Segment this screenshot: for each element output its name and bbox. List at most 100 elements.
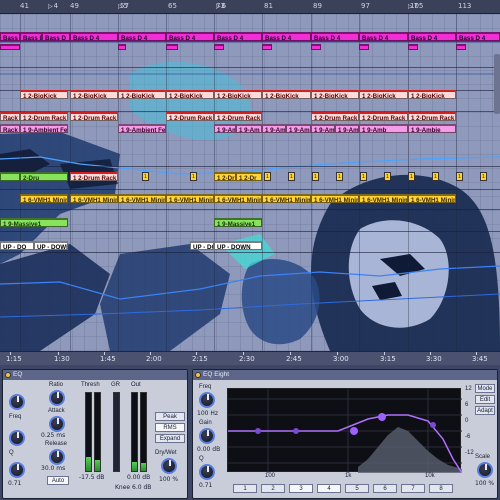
clip-bass-alt[interactable] xyxy=(456,44,466,50)
rms-button[interactable]: RMS xyxy=(155,423,185,432)
clip-ambient[interactable]: 1 9-Am xyxy=(214,124,236,133)
time-ruler[interactable]: 1:15 1:30 1:45 2:00 2:15 2:30 2:45 3:00 … xyxy=(0,351,500,365)
band-button-7[interactable]: 7 xyxy=(401,484,425,493)
peak-button[interactable]: Peak xyxy=(155,412,185,421)
clip-updown[interactable]: UP - DOWN xyxy=(34,241,68,250)
band-button-1[interactable]: 1 xyxy=(233,484,257,493)
clip-drum-rack[interactable]: 1 2-Drum Rack xyxy=(20,112,68,121)
clip-drum-green[interactable]: 1 2-Dr xyxy=(214,172,236,181)
clip-massive[interactable]: 1 9-Massive1 xyxy=(214,218,262,227)
clip-drum-rack[interactable]: 1 2-Drum Rack xyxy=(166,112,214,121)
eq-mode-button[interactable]: Mode xyxy=(475,384,495,393)
locator-marker[interactable]: 4 xyxy=(48,2,58,10)
clip-vmh[interactable]: 1 6-VMH1 Minim xyxy=(20,194,68,203)
clip-ambient[interactable]: 1 9-Amb xyxy=(311,124,335,133)
clip-vmh[interactable]: 1 6-VMH1 Minim xyxy=(214,194,262,203)
clip-kick[interactable]: 1 2-BigKick xyxy=(408,90,456,99)
clip-bass[interactable]: Bass D 4 xyxy=(214,32,262,41)
clip-marker[interactable]: 1 xyxy=(432,172,439,181)
power-icon[interactable] xyxy=(5,372,11,378)
clip-bass[interactable]: Bass D xyxy=(0,32,20,41)
clip-ambient[interactable]: 1 9-Ambient Fe xyxy=(20,124,68,133)
clip-vmh[interactable]: 1 6-VMH1 Minim xyxy=(70,194,118,203)
compressor-title-bar[interactable]: EQ xyxy=(3,370,187,380)
clip-ambient[interactable]: 1 9-Ambient Fe xyxy=(118,124,166,133)
clip-kick[interactable]: 1 2-BigKick xyxy=(262,90,311,99)
clip-marker[interactable]: 1 xyxy=(480,172,487,181)
clip-ambient[interactable]: 1 9-Amb xyxy=(335,124,359,133)
clip-bass-alt[interactable] xyxy=(359,44,369,50)
clip-updown[interactable]: UP - DO xyxy=(190,241,214,250)
clip-drum-rack[interactable]: 1 2-Drum Rack xyxy=(408,112,456,121)
clip-marker[interactable]: 1 xyxy=(360,172,367,181)
release-knob[interactable] xyxy=(49,449,65,465)
clip-kick[interactable]: 1 2-BigKick xyxy=(359,90,408,99)
expand-button[interactable]: Expand xyxy=(155,434,185,443)
clip-bass[interactable]: Bass D 4 xyxy=(70,32,118,41)
clip-drum-green[interactable] xyxy=(0,172,20,181)
clip-drum-rack[interactable]: Rack xyxy=(0,112,20,121)
clip-kick[interactable]: 1 2-BigKick xyxy=(311,90,359,99)
clip-ambient[interactable]: 1 9-Am xyxy=(286,124,311,133)
clip-vmh[interactable]: 1 6-VMH1 Minim xyxy=(311,194,359,203)
clip-kick[interactable]: 1 2-BigKick xyxy=(166,90,214,99)
clip-drum-rack[interactable]: 1 2-Drum Rack xyxy=(70,112,118,121)
power-icon[interactable] xyxy=(195,372,201,378)
clip-bass[interactable]: Bass D 4 xyxy=(262,32,311,41)
clip-updown[interactable]: UP - DO xyxy=(0,241,34,250)
clip-bass-alt[interactable] xyxy=(408,44,418,50)
clip-marker[interactable]: 1 xyxy=(336,172,343,181)
gain-knob[interactable] xyxy=(9,430,25,446)
clip-kick[interactable]: 1 2-BigKick xyxy=(214,90,262,99)
clip-marker[interactable]: 1 xyxy=(312,172,319,181)
clip-marker[interactable]: 1 xyxy=(142,172,149,181)
clip-marker[interactable]: 1 xyxy=(408,172,415,181)
eq-freq-knob[interactable] xyxy=(199,392,215,408)
clip-bass-alt[interactable] xyxy=(214,44,224,50)
clip-marker[interactable]: 1 xyxy=(264,172,271,181)
clip-drum-rack[interactable]: 1 2-Drum Rack xyxy=(311,112,359,121)
band-button-4[interactable]: 4 xyxy=(317,484,341,493)
clip-vmh[interactable]: 1 6-VMH1 Minim xyxy=(262,194,311,203)
beat-ruler[interactable]: 41 4 49 5 57 65 6 73 81 89 97 7 105 113 xyxy=(0,0,500,14)
q-knob[interactable] xyxy=(9,462,25,478)
clip-drum-rack[interactable]: 1 2-Drum Rack xyxy=(359,112,408,121)
auto-release-button[interactable]: Auto xyxy=(47,476,69,485)
clip-vmh[interactable]: 1 6-VMH1 Minim xyxy=(118,194,166,203)
clip-kick[interactable]: 1 2-BigKick xyxy=(70,90,118,99)
clip-bass[interactable]: Bass D 4 xyxy=(359,32,408,41)
eq-gain-knob[interactable] xyxy=(199,428,215,444)
eq-q-knob[interactable] xyxy=(199,464,215,480)
clip-bass-alt[interactable] xyxy=(166,44,178,50)
clip-vmh[interactable]: 1 6-VMH1 Minim xyxy=(359,194,408,203)
clip-ambient[interactable]: Rack xyxy=(0,124,20,133)
clip-ambient[interactable]: 1 9-Amb xyxy=(359,124,408,133)
clip-bass-alt[interactable] xyxy=(118,44,126,50)
vertical-scrollbar[interactable] xyxy=(494,54,500,114)
clip-vmh[interactable]: 1 6-VMH1 Minim xyxy=(166,194,214,203)
clip-bass-alt[interactable] xyxy=(262,44,272,50)
clip-marker[interactable]: 1 xyxy=(456,172,463,181)
clip-bass[interactable]: Bass D 4 xyxy=(118,32,166,41)
clip-drum-green[interactable]: 1 2-Drum Rack xyxy=(70,172,118,181)
clip-ambient[interactable]: 1 9-Am xyxy=(262,124,286,133)
eq-adapt-button[interactable]: Adapt xyxy=(475,406,495,415)
eq-curve-display[interactable] xyxy=(227,388,463,474)
band-button-2[interactable]: 2 xyxy=(261,484,285,493)
clip-bass-alt[interactable] xyxy=(0,44,20,50)
arrangement-view[interactable]: Bass D Bass D Bass D Bass D 4 Bass D 4 B… xyxy=(0,14,500,351)
clip-updown[interactable]: UP - DOWN xyxy=(214,241,262,250)
clip-bass[interactable]: Bass D xyxy=(42,32,70,41)
clip-bass[interactable]: Bass D 4 xyxy=(311,32,359,41)
clip-kick[interactable]: 1 2-BigKick xyxy=(118,90,166,99)
band-button-8[interactable]: 8 xyxy=(429,484,453,493)
clip-bass[interactable]: Bass D 4 xyxy=(408,32,456,41)
eq-eight-title-bar[interactable]: EQ Eight xyxy=(193,370,497,380)
ratio-knob[interactable] xyxy=(49,390,65,406)
clip-ambient[interactable]: 1 9-Am xyxy=(236,124,262,133)
clip-drum-green[interactable]: 1 2-Dr xyxy=(236,172,262,181)
clip-bass[interactable]: Bass D 4 xyxy=(166,32,214,41)
clip-bass[interactable]: Bass D xyxy=(20,32,42,41)
dry-wet-knob[interactable] xyxy=(161,458,177,474)
clip-drum-green[interactable]: 2-Dru xyxy=(20,172,68,181)
